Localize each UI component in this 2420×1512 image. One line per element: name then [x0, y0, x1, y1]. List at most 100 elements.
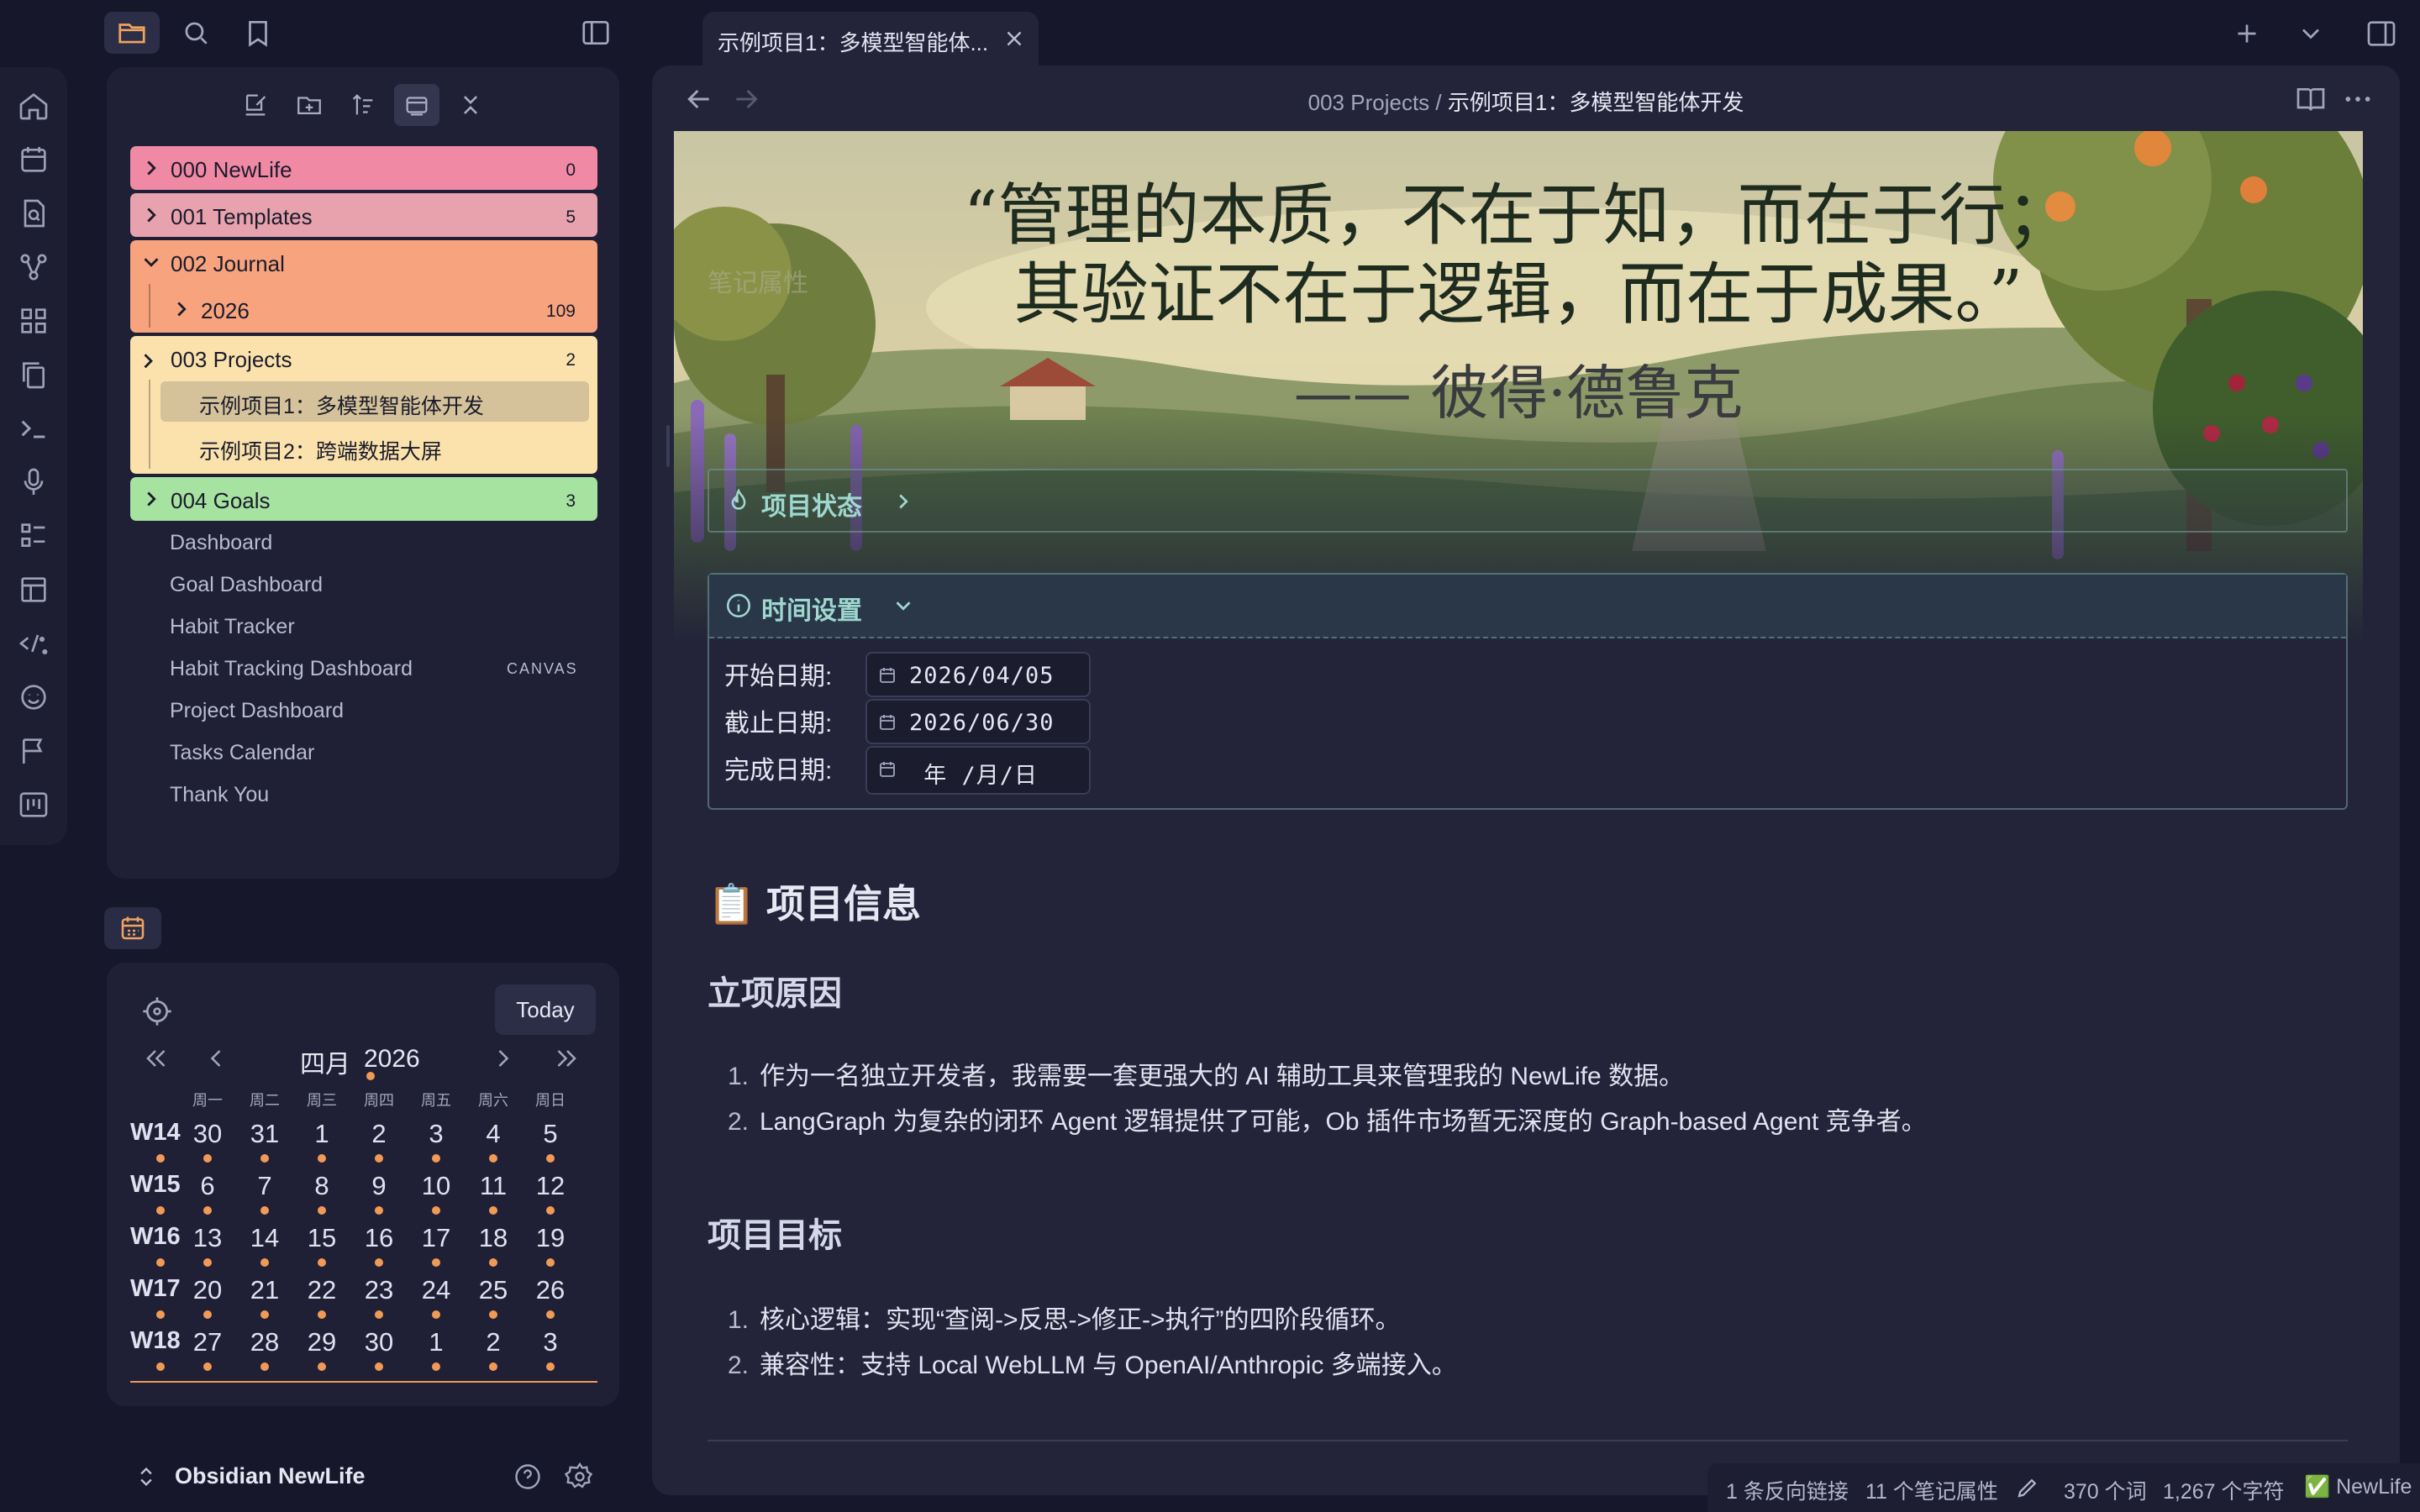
- calendar-day[interactable]: 30: [354, 1327, 404, 1357]
- folder-002-journal[interactable]: 002 Journal: [130, 240, 597, 284]
- folder-003-projects[interactable]: 003 Projects 2: [130, 336, 597, 380]
- file-project-1[interactable]: 示例项目1：多模型智能体开发: [199, 390, 484, 420]
- settings-icon[interactable]: [565, 1462, 595, 1492]
- calendar-day[interactable]: 18: [468, 1223, 518, 1253]
- sidebar-right-icon[interactable]: [2365, 17, 2398, 50]
- folder-000-newlife[interactable]: 000 NewLife 0: [130, 146, 597, 190]
- calendar-day[interactable]: 31: [239, 1119, 290, 1149]
- calendar-day[interactable]: 27: [182, 1327, 233, 1357]
- calendar-day[interactable]: 25: [468, 1275, 518, 1305]
- copy-icon[interactable]: [17, 358, 50, 391]
- calendar-day[interactable]: 26: [525, 1275, 576, 1305]
- vault-switcher-icon[interactable]: [134, 1462, 158, 1492]
- calendar-day[interactable]: 4: [468, 1119, 518, 1149]
- status-vault[interactable]: ✅ NewLife: [2304, 1475, 2412, 1499]
- calendar-day[interactable]: 14: [239, 1223, 290, 1253]
- calendar-day[interactable]: 8: [297, 1171, 347, 1201]
- file-goal-dashboard[interactable]: Goal Dashboard: [170, 573, 323, 597]
- calendar-day[interactable]: 10: [411, 1171, 461, 1201]
- prev-year-button[interactable]: [140, 1043, 171, 1074]
- layout-icon[interactable]: [17, 573, 50, 606]
- calendar-day[interactable]: 7: [239, 1171, 290, 1201]
- calendar-day[interactable]: 1: [411, 1327, 461, 1357]
- file-tasks-calendar[interactable]: Tasks Calendar: [170, 741, 314, 765]
- resize-handle[interactable]: [666, 425, 670, 467]
- calendar-day[interactable]: 16: [354, 1223, 404, 1253]
- breadcrumb-note[interactable]: 示例项目1：多模型智能体开发: [1448, 90, 1744, 115]
- home-icon[interactable]: [17, 89, 50, 123]
- terminal-icon[interactable]: [17, 412, 50, 445]
- help-icon[interactable]: [513, 1462, 543, 1492]
- calendar-day[interactable]: 11: [468, 1171, 518, 1201]
- file-project-dashboard[interactable]: Project Dashboard: [170, 699, 344, 723]
- calendar-day[interactable]: 21: [239, 1275, 290, 1305]
- search-tab-button[interactable]: [168, 12, 224, 54]
- tab-active-note[interactable]: 示例项目1：多模型智能体...: [702, 12, 1039, 66]
- calendar-icon[interactable]: [17, 143, 50, 176]
- calendar-day[interactable]: 1: [297, 1119, 347, 1149]
- folder-004-goals[interactable]: 004 Goals 3: [130, 477, 597, 521]
- flag-icon[interactable]: [17, 734, 50, 768]
- file-search-icon[interactable]: [17, 197, 50, 230]
- status-backlinks[interactable]: 1 条反向链接: [1726, 1475, 1849, 1505]
- calendar-day[interactable]: 15: [297, 1223, 347, 1253]
- smile-icon[interactable]: [17, 680, 50, 714]
- collapse-all-button[interactable]: [448, 84, 493, 126]
- today-button[interactable]: Today: [495, 984, 596, 1035]
- file-dashboard[interactable]: Dashboard: [170, 531, 272, 555]
- folder-2026[interactable]: 2026 109: [160, 287, 597, 331]
- bookmarks-tab-button[interactable]: [230, 12, 286, 54]
- list-checks-icon[interactable]: [17, 519, 50, 553]
- callout-header[interactable]: 时间设置: [709, 575, 2346, 638]
- graph-icon[interactable]: [17, 250, 50, 284]
- auto-reveal-button[interactable]: [394, 84, 439, 126]
- calendar-tab-button[interactable]: [104, 907, 161, 949]
- toggle-sidebar-button[interactable]: [568, 12, 623, 54]
- calendar-day[interactable]: 13: [182, 1223, 233, 1253]
- close-icon[interactable]: [1002, 26, 1027, 51]
- calendar-day[interactable]: 30: [182, 1119, 233, 1149]
- edit-mode-icon[interactable]: [2015, 1475, 2040, 1500]
- calendar-day[interactable]: 5: [525, 1119, 576, 1149]
- due-date-input[interactable]: 2026/06/30: [865, 699, 1091, 744]
- done-date-input[interactable]: 年 /月/日: [865, 746, 1091, 795]
- kanban-icon[interactable]: [17, 788, 50, 822]
- start-date-input[interactable]: 2026/04/05: [865, 652, 1091, 697]
- vault-name[interactable]: Obsidian NewLife: [175, 1463, 366, 1489]
- calendar-day[interactable]: 3: [411, 1119, 461, 1149]
- calendar-day[interactable]: 3: [525, 1327, 576, 1357]
- tab-list-chevron-down-icon[interactable]: [2296, 18, 2326, 49]
- calendar-day[interactable]: 2: [354, 1119, 404, 1149]
- file-thank-you[interactable]: Thank You: [170, 783, 269, 807]
- regex-icon[interactable]: [17, 627, 50, 660]
- calendar-day[interactable]: 24: [411, 1275, 461, 1305]
- reading-view-icon[interactable]: [2294, 82, 2328, 116]
- microphone-icon[interactable]: [17, 465, 50, 499]
- calendar-day[interactable]: 23: [354, 1275, 404, 1305]
- new-note-button[interactable]: [233, 84, 278, 126]
- file-habit-tracking-dashboard[interactable]: Habit Tracking Dashboard: [170, 657, 413, 681]
- folder-001-templates[interactable]: 001 Templates 5: [130, 193, 597, 237]
- calendar-day[interactable]: 12: [525, 1171, 576, 1201]
- calendar-day[interactable]: 6: [182, 1171, 233, 1201]
- grid-icon[interactable]: [17, 304, 50, 338]
- calendar-day[interactable]: 2: [468, 1327, 518, 1357]
- calendar-day[interactable]: 20: [182, 1275, 233, 1305]
- status-properties[interactable]: 11 个笔记属性: [1865, 1475, 1998, 1505]
- calendar-day[interactable]: 22: [297, 1275, 347, 1305]
- more-options-icon[interactable]: [2341, 82, 2375, 116]
- calendar-day[interactable]: 29: [297, 1327, 347, 1357]
- file-project-2[interactable]: 示例项目2：跨端数据大屏: [199, 435, 442, 465]
- file-habit-tracker[interactable]: Habit Tracker: [170, 615, 295, 639]
- calendar-day[interactable]: 28: [239, 1327, 290, 1357]
- prev-month-button[interactable]: [201, 1043, 231, 1074]
- locate-today-icon[interactable]: [140, 995, 174, 1028]
- calendar-day[interactable]: 17: [411, 1223, 461, 1253]
- project-status-callout[interactable]: 项目状态: [708, 469, 2348, 533]
- new-tab-icon[interactable]: [2232, 18, 2262, 49]
- next-year-button[interactable]: [552, 1043, 582, 1074]
- next-month-button[interactable]: [488, 1043, 518, 1074]
- sort-button[interactable]: [340, 84, 386, 126]
- files-tab-button[interactable]: [104, 12, 160, 54]
- calendar-day[interactable]: 9: [354, 1171, 404, 1201]
